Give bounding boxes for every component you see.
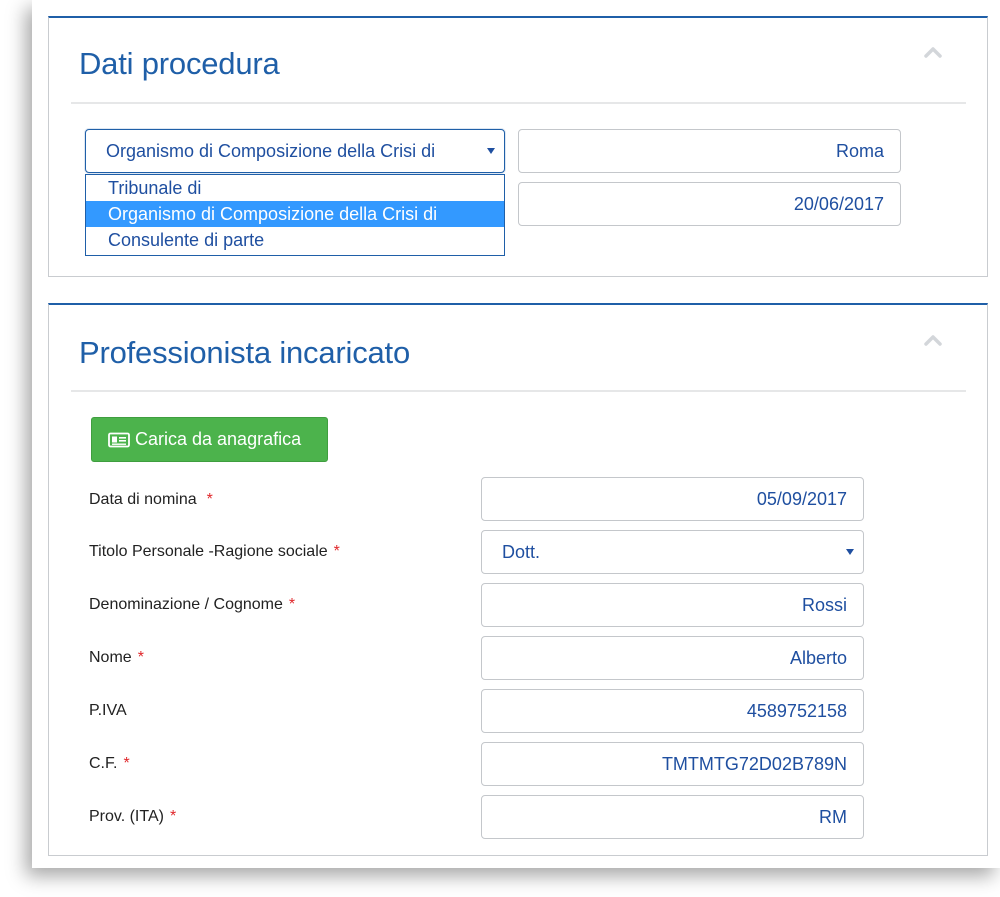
chevron-up-icon xyxy=(924,47,942,58)
label-nome-text: Nome xyxy=(89,649,132,666)
titolo-select-value: Dott. xyxy=(502,541,541,562)
required-marker: * xyxy=(123,755,130,772)
data-procedura-input[interactable]: 20/06/2017 xyxy=(518,182,901,226)
caret-down-icon xyxy=(487,148,495,154)
cognome-input[interactable]: Rossi xyxy=(481,583,864,627)
label-piva: P.IVA xyxy=(89,702,127,720)
required-marker: * xyxy=(333,543,340,560)
label-cognome-text: Denominazione / Cognome xyxy=(89,596,283,613)
page: Dati procedura Organismo di Composizione… xyxy=(0,0,1000,897)
ente-select[interactable]: Organismo di Composizione della Crisi di xyxy=(85,129,505,173)
cf-input[interactable]: TMTMTG72D02B789N xyxy=(481,742,864,786)
required-marker: * xyxy=(206,491,213,508)
panel-dati-procedura: Dati procedura Organismo di Composizione… xyxy=(48,16,988,277)
label-cf: C.F. * xyxy=(89,755,130,773)
prov-value: RM xyxy=(819,806,847,827)
data-nomina-input[interactable]: 05/09/2017 xyxy=(481,477,864,521)
panel-divider xyxy=(71,390,966,392)
label-data-nomina: Data di nomina * xyxy=(89,491,213,509)
label-piva-text: P.IVA xyxy=(89,702,127,719)
nome-value: Alberto xyxy=(789,647,847,668)
ente-select-value: Organismo di Composizione della Crisi di xyxy=(106,140,436,161)
chevron-up-icon xyxy=(924,335,942,346)
required-marker: * xyxy=(169,808,177,825)
required-marker: * xyxy=(137,649,144,666)
panel-divider xyxy=(71,102,966,104)
label-cognome: Denominazione / Cognome * xyxy=(89,596,295,614)
dropdown-option-tribunale[interactable]: Tribunale di xyxy=(86,175,504,201)
label-data-nomina-text: Data di nomina xyxy=(89,491,197,508)
data-nomina-value: 05/09/2017 xyxy=(756,488,847,509)
carica-da-anagrafica-button[interactable]: Carica da anagrafica xyxy=(91,417,328,462)
cognome-value: Rossi xyxy=(801,594,847,615)
label-cf-text: C.F. xyxy=(89,755,118,772)
label-nome: Nome * xyxy=(89,649,144,667)
cf-value: TMTMTG72D02B789N xyxy=(661,753,847,774)
label-titolo: Titolo Personale -Ragione sociale * xyxy=(89,543,340,561)
piva-value: 4589752158 xyxy=(746,700,847,721)
data-procedura-input-value: 20/06/2017 xyxy=(793,193,884,214)
label-prov-text: Prov. (ITA) xyxy=(89,808,164,825)
piva-input[interactable]: 4589752158 xyxy=(481,689,864,733)
panel-professionista: Professionista incaricato Carica da anag… xyxy=(48,303,988,856)
ente-dropdown-list: Tribunale di Organismo di Composizione d… xyxy=(85,174,505,256)
dropdown-option-consulente[interactable]: Consulente di parte xyxy=(86,227,504,253)
panel-title-dati-procedura: Dati procedura xyxy=(79,46,280,81)
luogo-input[interactable]: Roma xyxy=(518,129,901,173)
caret-down-icon xyxy=(846,549,854,555)
collapse-professionista-button[interactable] xyxy=(921,332,945,348)
nome-input[interactable]: Alberto xyxy=(481,636,864,680)
id-card-icon xyxy=(108,432,130,448)
label-titolo-text: Titolo Personale -Ragione sociale xyxy=(89,543,328,560)
panel-title-professionista: Professionista incaricato xyxy=(79,335,410,370)
carica-da-anagrafica-label: Carica da anagrafica xyxy=(135,429,302,449)
titolo-select[interactable]: Dott. xyxy=(481,530,864,574)
prov-input[interactable]: RM xyxy=(481,795,864,839)
luogo-input-value: Roma xyxy=(835,140,884,161)
label-prov: Prov. (ITA) * xyxy=(89,808,176,826)
collapse-dati-procedura-button[interactable] xyxy=(921,44,945,60)
required-marker: * xyxy=(288,596,296,613)
dropdown-option-organismo[interactable]: Organismo di Composizione della Crisi di xyxy=(86,201,504,227)
